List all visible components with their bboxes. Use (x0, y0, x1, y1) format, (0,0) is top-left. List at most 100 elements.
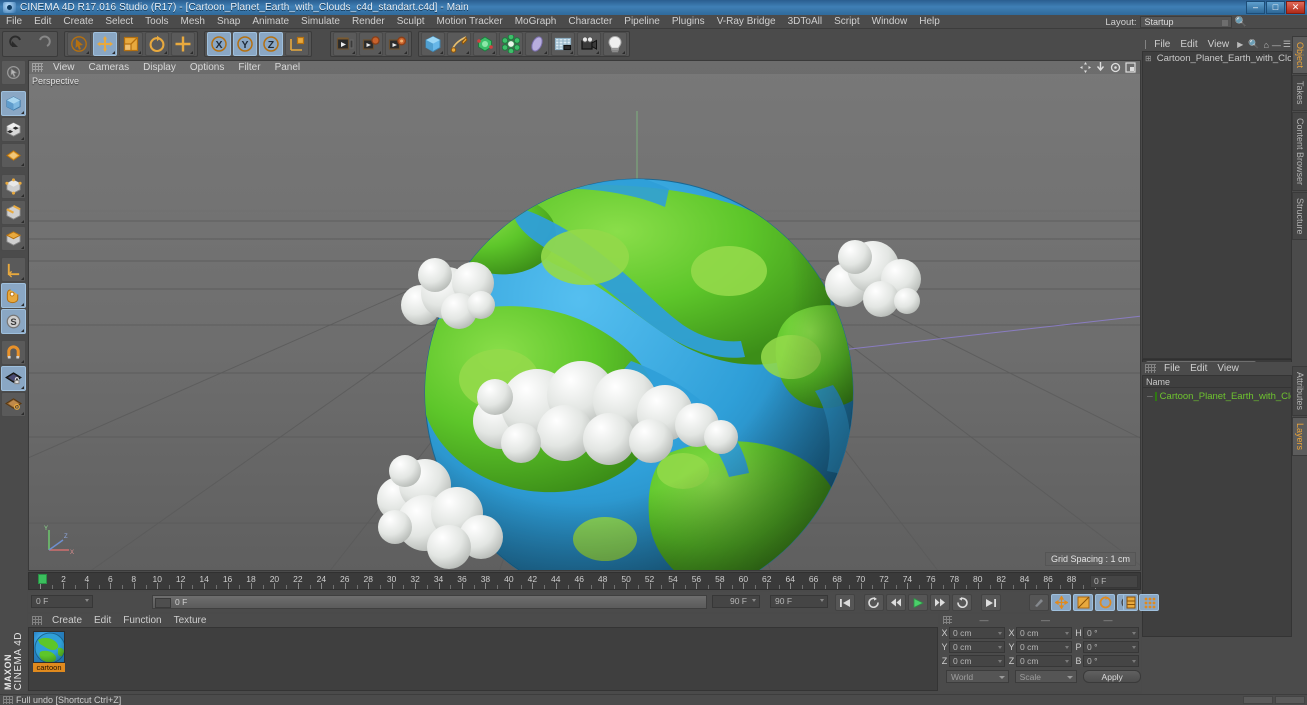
submenu-corner-icon[interactable] (570, 51, 573, 54)
deformer-button[interactable] (525, 32, 549, 56)
maximize-button[interactable]: □ (1266, 1, 1285, 14)
undo-button[interactable] (5, 32, 29, 56)
point-level-animation-button[interactable] (1139, 594, 1159, 611)
layer-color-swatch[interactable] (1154, 392, 1157, 401)
material-menu-create[interactable]: Create (46, 614, 88, 627)
size-x-input[interactable]: 0 cm (1016, 626, 1072, 639)
menu-item-tools[interactable]: Tools (139, 15, 174, 29)
vtab-attributes[interactable]: Attributes (1292, 366, 1307, 417)
vtab-layers[interactable]: Layers (1292, 417, 1307, 457)
menu-item-select[interactable]: Select (99, 15, 139, 29)
world-coordinates-button[interactable] (285, 32, 309, 56)
rotate-tool-button[interactable] (145, 32, 169, 56)
rotation-key-button[interactable] (1095, 594, 1115, 611)
pos-y-input[interactable]: 0 cm (949, 640, 1005, 653)
close-button[interactable]: ✕ (1286, 1, 1305, 14)
perspective-viewport[interactable]: View Cameras Display Options Filter Panel Per… (28, 60, 1141, 571)
submenu-corner-icon[interactable] (21, 163, 24, 166)
edge-mode-button[interactable] (1, 200, 26, 225)
object-axis-mode-button[interactable] (1, 117, 26, 142)
menu-item-script[interactable]: Script (828, 15, 866, 29)
cube-primitive-button[interactable] (421, 32, 445, 56)
attribute-manager-body[interactable]: Name ─ Cartoon_Planet_Earth_with_Clouds (1142, 375, 1292, 637)
environment-button[interactable] (551, 32, 575, 56)
pos-z-input[interactable]: 0 cm (949, 654, 1005, 667)
play-button[interactable] (908, 594, 928, 611)
nurbs-generator-button[interactable] (473, 32, 497, 56)
menu-item-file[interactable]: File (0, 15, 28, 29)
viewport-solo-button[interactable] (1, 283, 26, 308)
lock-y-button[interactable]: Y (233, 32, 257, 56)
polygon-mode-button[interactable] (1, 226, 26, 251)
lock-x-button[interactable]: X (207, 32, 231, 56)
pan-view-icon[interactable] (1080, 62, 1091, 73)
viewport-menu-cameras[interactable]: Cameras (82, 61, 137, 74)
lock-z-button[interactable]: Z (259, 32, 283, 56)
texture-mode-button[interactable] (1, 143, 26, 168)
vtab-object[interactable]: Object (1292, 36, 1307, 75)
object-manager-menu-view[interactable]: View (1203, 38, 1235, 51)
submenu-corner-icon[interactable] (21, 137, 24, 140)
material-manager-gripper[interactable] (32, 616, 42, 625)
menu-item-plugins[interactable]: Plugins (666, 15, 711, 29)
snap-magnet-button[interactable] (1, 340, 26, 365)
max-frame-input[interactable]: 90 F (770, 595, 828, 608)
menu-item-render[interactable]: Render (346, 15, 391, 29)
previous-keyframe-button[interactable] (864, 594, 884, 611)
object-manager-row[interactable]: ⊞ Cartoon_Planet_Earth_with_Clouds (1143, 52, 1291, 65)
menu-item-snap[interactable]: Snap (211, 15, 246, 29)
apply-button[interactable]: Apply (1083, 669, 1142, 683)
search-icon[interactable]: 🔍 (1235, 17, 1247, 28)
object-manager-body[interactable]: ⊞ Cartoon_Planet_Earth_with_Clouds (1142, 51, 1292, 359)
go-to-end-button[interactable] (981, 594, 1001, 611)
submenu-corner-icon[interactable] (112, 51, 115, 54)
power-slider-handle[interactable] (155, 598, 171, 608)
vtab-takes[interactable]: Takes (1292, 75, 1307, 111)
current-frame-marker[interactable] (38, 574, 47, 584)
menu-item-mograph[interactable]: MoGraph (509, 15, 563, 29)
minimize-button[interactable]: – (1246, 1, 1265, 14)
coordinates-gripper[interactable] (943, 616, 952, 624)
maximize-view-icon[interactable] (1125, 62, 1136, 73)
submenu-corner-icon[interactable] (164, 51, 167, 54)
object-manager-gripper[interactable] (1145, 40, 1147, 49)
render-view-button[interactable] (333, 32, 357, 56)
step-forward-button[interactable] (930, 594, 950, 611)
pos-x-input[interactable]: 0 cm (949, 626, 1005, 639)
submenu-corner-icon[interactable] (352, 51, 355, 54)
autokey-button[interactable] (1029, 594, 1049, 611)
attribute-manager-menu-file[interactable]: File (1159, 362, 1185, 375)
timeline-layout-button[interactable] (1123, 594, 1138, 611)
dolly-view-icon[interactable] (1095, 62, 1106, 73)
submenu-corner-icon[interactable] (21, 412, 24, 415)
submenu-corner-icon[interactable] (492, 51, 495, 54)
live-selection-button[interactable] (1, 60, 26, 85)
move-tool-button[interactable] (93, 32, 117, 56)
workplane-dynamic-button[interactable] (1, 392, 26, 417)
submenu-corner-icon[interactable] (21, 246, 24, 249)
workplane-button[interactable] (1, 257, 26, 282)
render-region-button[interactable] (359, 32, 383, 56)
viewport-menu-view[interactable]: View (46, 61, 82, 74)
object-manager-menu-edit[interactable]: Edit (1175, 38, 1202, 51)
material-name[interactable]: cartoon (33, 663, 65, 672)
scale-key-button[interactable] (1073, 594, 1093, 611)
preview-range-end-field[interactable]: 90 F (712, 595, 760, 608)
vtab-structure[interactable]: Structure (1292, 191, 1307, 241)
submenu-corner-icon[interactable] (622, 51, 625, 54)
material-menu-texture[interactable]: Texture (168, 614, 213, 627)
vtab-content-browser[interactable]: Content Browser (1292, 111, 1307, 191)
material-menu-edit[interactable]: Edit (88, 614, 117, 627)
select-cursor-button[interactable] (67, 32, 91, 56)
material-item[interactable]: cartoon (33, 631, 65, 672)
menu-item-help[interactable]: Help (913, 15, 946, 29)
submenu-corner-icon[interactable] (544, 51, 547, 54)
current-frame-input[interactable]: 0 F (31, 595, 93, 608)
menu-item-mesh[interactable]: Mesh (175, 15, 211, 29)
submenu-corner-icon[interactable] (21, 329, 24, 332)
submenu-corner-icon[interactable] (21, 303, 24, 306)
menu-item-window[interactable]: Window (866, 15, 914, 29)
size-mode-dropdown[interactable]: Scale (1014, 669, 1078, 683)
submenu-corner-icon[interactable] (21, 277, 24, 280)
viewport-menu-panel[interactable]: Panel (268, 61, 308, 74)
